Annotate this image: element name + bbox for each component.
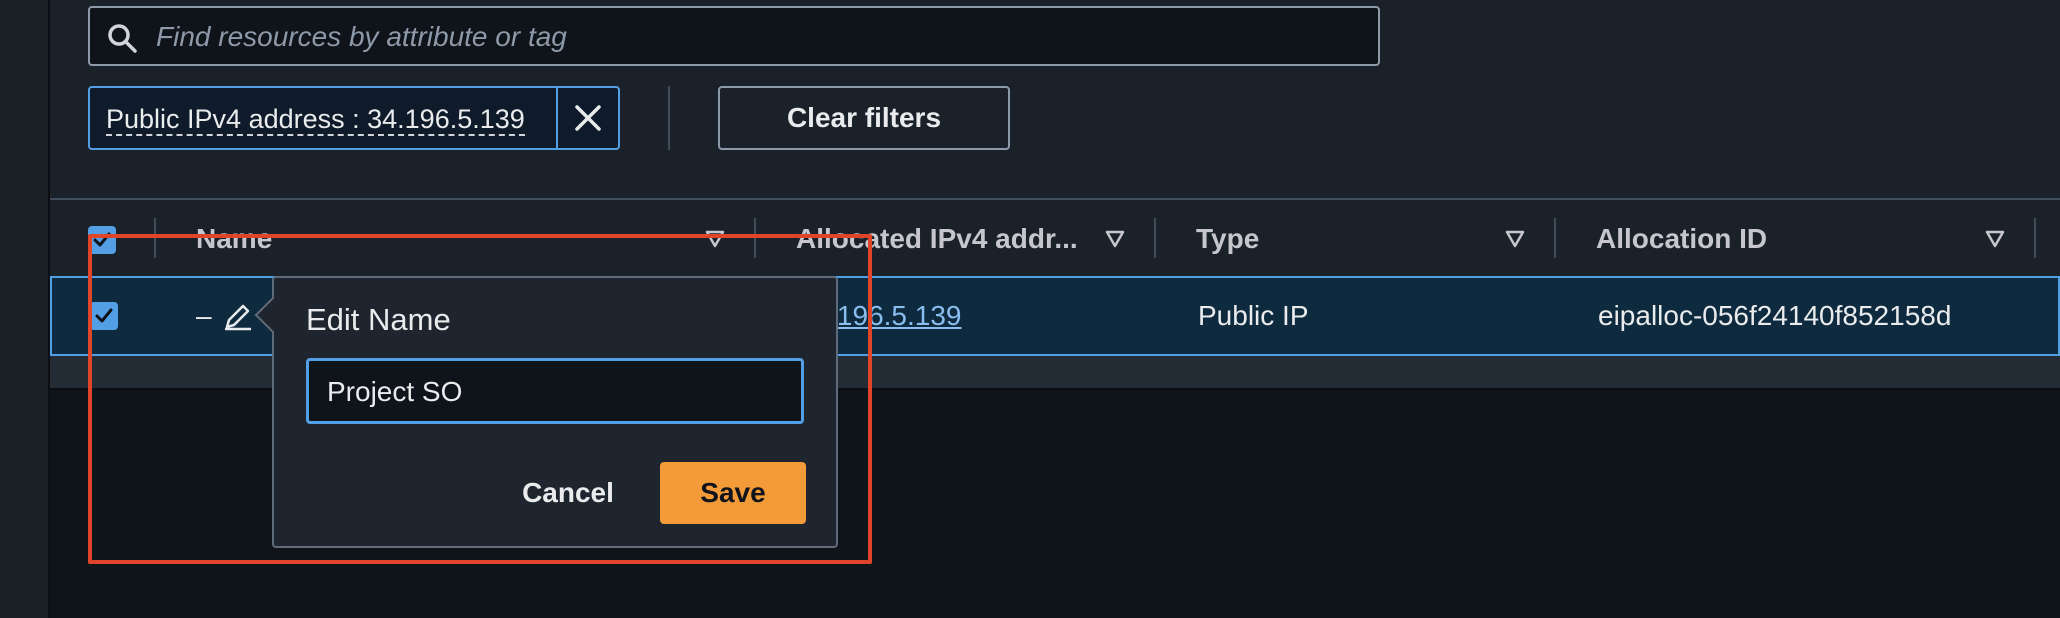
column-divider	[2034, 218, 2036, 258]
column-header-allocation-id[interactable]: Allocation ID	[1596, 200, 1767, 278]
filter-token-label[interactable]: Public IPv4 address : 34.196.5.139	[106, 104, 525, 136]
edit-name-popover: Edit Name Cancel Save	[254, 276, 838, 548]
search-icon	[106, 22, 138, 54]
column-header-type[interactable]: Type	[1196, 200, 1259, 278]
sort-caret-icon[interactable]	[1104, 228, 1126, 250]
sort-caret-icon[interactable]	[1504, 228, 1526, 250]
cancel-button[interactable]: Cancel	[506, 462, 630, 524]
filter-panel: Public IPv4 address : 34.196.5.139 Clear…	[50, 0, 2060, 198]
filter-token: Public IPv4 address : 34.196.5.139	[88, 86, 620, 150]
left-sidebar	[0, 0, 50, 618]
column-divider	[1154, 218, 1156, 258]
name-input[interactable]	[325, 373, 789, 411]
main-content: Public IPv4 address : 34.196.5.139 Clear…	[50, 0, 2060, 618]
save-button[interactable]: Save	[660, 462, 806, 524]
close-icon	[575, 105, 601, 131]
remove-filter-button[interactable]	[556, 88, 618, 148]
sort-caret-icon[interactable]	[1984, 228, 2006, 250]
clear-filters-button[interactable]: Clear filters	[718, 86, 1010, 150]
search-input[interactable]	[154, 16, 1358, 58]
cell-type: Public IP	[1198, 300, 1309, 331]
toolbar-divider	[668, 86, 670, 150]
column-divider	[1554, 218, 1556, 258]
cell-allocation-id: eipalloc-056f24140f852158d	[1598, 300, 1952, 331]
search-field[interactable]	[88, 6, 1380, 66]
popover-title: Edit Name	[306, 302, 451, 337]
name-field[interactable]	[306, 358, 804, 424]
